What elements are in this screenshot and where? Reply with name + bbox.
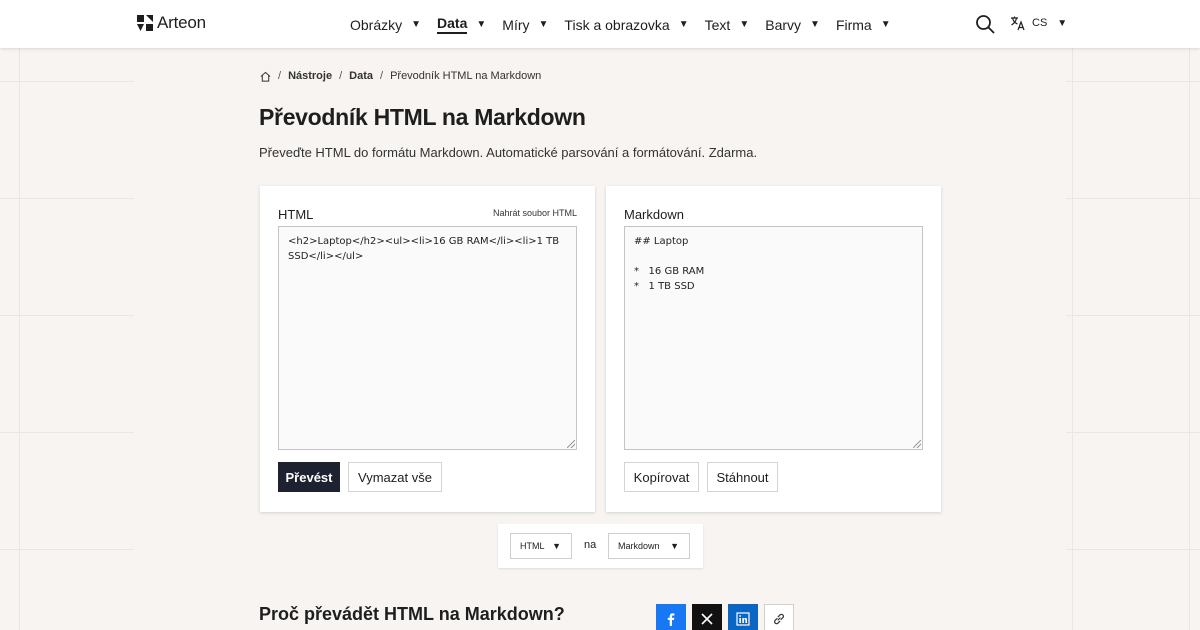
caret-down-icon: ▼	[411, 19, 422, 30]
main-content: / Nástroje / Data / Převodník HTML na Ma…	[134, 48, 1066, 630]
brand-name: Arteon	[157, 13, 206, 32]
nav-item-label: Obrázky	[350, 16, 403, 33]
upload-html-file-link[interactable]: Nahrát soubor HTML	[493, 208, 577, 218]
source-format-select[interactable]: HTML ▼	[510, 533, 572, 559]
language-code: CS	[1032, 17, 1048, 29]
html-input-panel: HTML Nahrát soubor HTML <h2>Laptop</h2><…	[260, 186, 595, 512]
nav-item-obrazky[interactable]: Obrázky ▼	[350, 17, 421, 33]
nav-item-label: Míry	[502, 16, 530, 33]
page-description: Převeďte HTML do formátu Markdown. Autom…	[259, 145, 758, 160]
html-input-textarea[interactable]: <h2>Laptop</h2><ul><li>16 GB RAM</li><li…	[278, 226, 577, 450]
resize-grip-icon[interactable]	[567, 440, 575, 448]
nav-item-barvy[interactable]: Barvy ▼	[765, 17, 820, 33]
breadcrumb-separator: /	[339, 70, 343, 82]
home-icon[interactable]	[260, 71, 271, 82]
breadcrumb-item-current: Převodník HTML na Markdown	[390, 70, 542, 82]
caret-down-icon: ▼	[670, 541, 679, 551]
caret-down-icon: ▼	[739, 19, 750, 30]
markdown-output-label: Markdown	[624, 207, 684, 222]
x-icon	[701, 613, 713, 625]
breadcrumb-separator: /	[278, 70, 282, 82]
source-format-value: HTML	[520, 541, 545, 551]
breadcrumb-item-data[interactable]: Data	[349, 70, 373, 82]
search-icon[interactable]	[975, 14, 995, 34]
share-facebook-button[interactable]	[656, 604, 686, 630]
facebook-icon	[667, 613, 675, 626]
markdown-output-panel: Markdown ## Laptop * 16 GB RAM * 1 TB SS…	[606, 186, 941, 512]
caret-down-icon: ▼	[810, 19, 820, 30]
format-selector: HTML ▼ na Markdown ▼	[498, 524, 703, 568]
markdown-output-textarea[interactable]: ## Laptop * 16 GB RAM * 1 TB SSD	[624, 226, 923, 450]
nav-item-label: Text	[704, 16, 731, 33]
nav-item-label: Tisk a obrazovka	[564, 16, 670, 33]
copy-link-button[interactable]	[764, 604, 794, 630]
nav-item-label: Firma	[835, 16, 872, 33]
caret-down-icon: ▼	[1057, 17, 1068, 29]
breadcrumb: / Nástroje / Data / Převodník HTML na Ma…	[260, 70, 541, 82]
breadcrumb-item-nastroje[interactable]: Nástroje	[288, 70, 332, 82]
nav-item-data[interactable]: Data ▼	[437, 15, 486, 34]
nav-item-label: Barvy	[765, 16, 802, 33]
arteon-logo-icon	[137, 15, 153, 31]
caret-down-icon: ▼	[552, 541, 561, 551]
main-nav: Obrázky ▼ Data ▼ Míry ▼ Tisk a obrazovka…	[350, 15, 907, 34]
nav-item-tisk-a-obrazovka[interactable]: Tisk a obrazovka ▼	[564, 17, 688, 33]
clear-all-button[interactable]: Vymazat vše	[348, 462, 442, 492]
share-linkedin-button[interactable]	[728, 604, 758, 630]
caret-down-icon: ▼	[678, 19, 689, 30]
page-title: Převodník HTML na Markdown	[259, 104, 586, 130]
nav-item-miry[interactable]: Míry ▼	[502, 17, 548, 33]
convert-button[interactable]: Převést	[278, 462, 340, 492]
caret-down-icon: ▼	[476, 19, 487, 30]
translate-icon	[1011, 16, 1025, 31]
format-connector-label: na	[584, 539, 597, 551]
resize-grip-icon[interactable]	[913, 440, 921, 448]
caret-down-icon: ▼	[538, 19, 549, 30]
target-format-value: Markdown	[618, 541, 660, 551]
language-selector[interactable]: CS ▼	[1010, 15, 1067, 31]
share-x-button[interactable]	[692, 604, 722, 630]
brand-logo[interactable]: Arteon	[137, 13, 206, 33]
nav-item-label: Data	[437, 15, 468, 34]
copy-button[interactable]: Kopírovat	[624, 462, 699, 492]
breadcrumb-separator: /	[380, 70, 384, 82]
linkedin-icon	[736, 612, 750, 626]
target-format-select[interactable]: Markdown ▼	[608, 533, 690, 559]
top-navigation-bar: Arteon Obrázky ▼ Data ▼ Míry ▼ Tisk a ob…	[0, 0, 1200, 48]
html-input-label: HTML	[278, 207, 314, 222]
nav-item-text[interactable]: Text ▼	[705, 17, 750, 33]
download-button[interactable]: Stáhnout	[707, 462, 778, 492]
caret-down-icon: ▼	[880, 19, 891, 30]
link-icon	[774, 613, 784, 625]
section-title: Proč převádět HTML na Markdown?	[259, 604, 565, 624]
nav-item-firma[interactable]: Firma ▼	[836, 17, 891, 33]
